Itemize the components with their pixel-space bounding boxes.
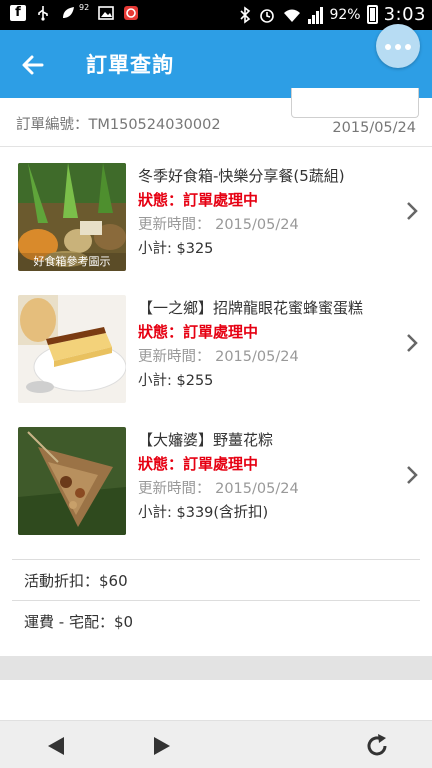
bluetooth-icon: [240, 5, 251, 24]
leaf-icon: [63, 7, 74, 18]
battery-percent: 92%: [329, 6, 361, 23]
refresh-button[interactable]: [362, 731, 392, 761]
item-subtotal: 小計: $339(含折扣): [138, 505, 269, 521]
order-items-card: 好食箱參考圖示 冬季好食箱-快樂分享餐(5蔬組) 狀態：訂單處理中 更新時間： …: [0, 146, 432, 656]
battery-icon: [366, 5, 378, 24]
item-name: 冬季好食箱-快樂分享餐(5蔬組): [138, 167, 345, 185]
chevron-right-icon: [406, 333, 418, 359]
hidden-action-button[interactable]: [291, 88, 419, 118]
order-date: 2015/05/24: [332, 120, 416, 136]
item-name: 【一之鄉】招牌龍眼花蜜蜂蜜蛋糕: [138, 299, 364, 317]
item-subtotal: 小計: $255: [138, 373, 214, 389]
footer-strip: [0, 656, 432, 680]
next-button[interactable]: [146, 731, 176, 761]
item-updated-time: 更新時間： 2015/05/24: [138, 481, 299, 497]
status-bar: f 92 92% 3:03: [0, 0, 432, 30]
thumb-caption: 好食箱參考圖示: [18, 253, 126, 271]
usb-icon: [38, 6, 48, 21]
arrow-left-icon: [22, 55, 44, 75]
item-name: 【大嬸婆】野薑花粽: [138, 431, 274, 449]
clock: 3:03: [383, 4, 426, 25]
item-updated-time: 更新時間： 2015/05/24: [138, 349, 299, 365]
zongzi-image: [18, 427, 126, 535]
item-updated-time: 更新時間： 2015/05/24: [138, 217, 299, 233]
more-dots-icon[interactable]: [376, 24, 420, 68]
wifi-icon: [284, 9, 301, 22]
app-badge-icon: [124, 6, 139, 20]
refresh-icon: [367, 734, 387, 756]
page-title: 訂單查詢: [86, 53, 174, 77]
item-status: 狀態：訂單處理中: [138, 323, 259, 341]
chevron-right-icon: [406, 201, 418, 227]
alarm-icon: [260, 8, 275, 23]
prev-button[interactable]: [42, 731, 72, 761]
chevron-right-icon: [406, 465, 418, 491]
image-icon: [98, 6, 114, 20]
footer-space: [0, 680, 432, 720]
back-button[interactable]: [16, 48, 50, 82]
order-number: 訂單編號：TM150524030002: [16, 117, 221, 133]
divider: [12, 559, 420, 560]
vegetable-box-image: 好食箱參考圖示: [18, 163, 126, 271]
item-status: 狀態：訂單處理中: [138, 191, 259, 209]
signal-icon: [308, 6, 324, 24]
browser-nav-bar: [0, 720, 432, 768]
honey-cake-image: [18, 295, 126, 403]
discount-text: 活動折扣：$60: [24, 572, 128, 590]
item-subtotal: 小計: $325: [138, 241, 214, 257]
order-item-1[interactable]: 好食箱參考圖示 冬季好食箱-快樂分享餐(5蔬組) 狀態：訂單處理中 更新時間： …: [0, 149, 432, 271]
item-status: 狀態：訂單處理中: [138, 455, 259, 473]
shipping-text: 運費 - 宅配：$0: [24, 613, 134, 631]
triangle-left-icon: [48, 737, 64, 755]
order-item-2[interactable]: 【一之鄉】招牌龍眼花蜜蜂蜜蛋糕 狀態：訂單處理中 更新時間： 2015/05/2…: [0, 281, 432, 403]
facebook-icon: f: [10, 5, 26, 21]
order-item-3[interactable]: 【大嬸婆】野薑花粽 狀態：訂單處理中 更新時間： 2015/05/24 小計: …: [0, 413, 432, 535]
divider: [12, 600, 420, 601]
triangle-right-icon: [154, 737, 170, 755]
notification-count: 92: [79, 2, 90, 12]
